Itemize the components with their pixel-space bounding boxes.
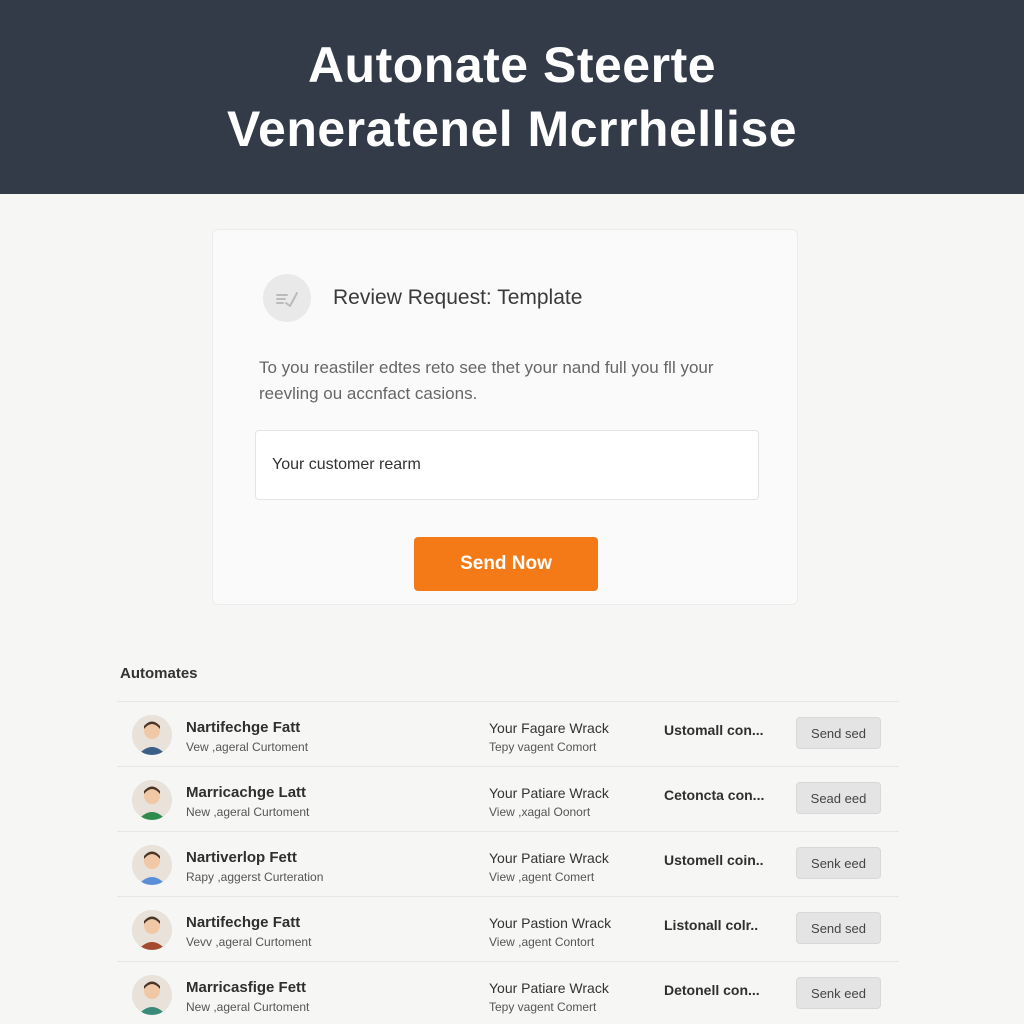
template-subtitle: View ,agent Contort bbox=[489, 935, 595, 949]
review-request-card: Review Request: Template To you reastile… bbox=[212, 229, 798, 605]
contact-subtitle: Vew ,ageral Curtoment bbox=[186, 740, 309, 754]
row-send-button[interactable]: Send sed bbox=[796, 912, 881, 944]
status-text: Ustomall con... bbox=[664, 722, 764, 738]
list-item: Marricachge Latt New ,ageral Curtoment Y… bbox=[117, 766, 899, 831]
automates-list: Nartifechge Fatt Vew ,ageral Curtoment Y… bbox=[117, 701, 899, 1024]
template-subtitle: Tepy vagent Comert bbox=[489, 1000, 597, 1014]
template-subtitle: View ,xagal Oonort bbox=[489, 805, 591, 819]
avatar bbox=[132, 845, 172, 885]
template-subtitle: Tepy vagent Comort bbox=[489, 740, 597, 754]
row-send-button[interactable]: Sead eed bbox=[796, 782, 881, 814]
template-name: Your Patiare Wrack bbox=[489, 785, 609, 801]
page-title-line-1: Autonate Steerte bbox=[307, 37, 717, 93]
edit-check-icon bbox=[263, 274, 311, 322]
template-name: Your Patiare Wrack bbox=[489, 980, 609, 996]
send-now-button[interactable]: Send Now bbox=[414, 537, 598, 591]
page-title-line-2: Veneratenel Mcrrhellise bbox=[226, 101, 798, 157]
template-name: Your Pastion Wrack bbox=[489, 915, 612, 931]
contact-name: Nartifechge Fatt bbox=[186, 914, 301, 931]
contact-subtitle: New ,ageral Curtoment bbox=[186, 805, 310, 819]
card-description: To you reastiler edtes reto see thet you… bbox=[259, 358, 714, 403]
status-text: Cetoncta con... bbox=[664, 787, 765, 803]
page-header: Autonate Steerte Veneratenel Mcrrhellise bbox=[0, 0, 1024, 194]
template-name: Your Fagare Wrack bbox=[489, 720, 609, 736]
list-item: Nartifechge Fatt Vevv ,ageral Curtoment … bbox=[117, 896, 899, 961]
contact-name: Marricasfige Fett bbox=[186, 979, 307, 996]
automates-heading: Automates bbox=[120, 665, 198, 682]
status-text: Detonell con... bbox=[664, 982, 760, 998]
card-title: Review Request: Template bbox=[333, 286, 583, 309]
list-item: Marricasfige Fett New ,ageral Curtoment … bbox=[117, 961, 899, 1024]
avatar bbox=[132, 910, 172, 950]
status-text: Listonall colr.. bbox=[664, 917, 759, 933]
list-item: Nartiverlop Fett Rapy ,aggerst Curterati… bbox=[117, 831, 899, 896]
contact-subtitle: Vevv ,ageral Curtoment bbox=[186, 935, 312, 949]
contact-name: Nartifechge Fatt bbox=[186, 719, 301, 736]
row-send-button[interactable]: Send sed bbox=[796, 717, 881, 749]
status-text: Ustomell coin.. bbox=[664, 852, 764, 868]
contact-subtitle: Rapy ,aggerst Curteration bbox=[186, 870, 324, 884]
avatar bbox=[132, 975, 172, 1015]
contact-name: Nartiverlop Fett bbox=[186, 849, 297, 866]
contact-subtitle: New ,ageral Curtoment bbox=[186, 1000, 310, 1014]
template-name: Your Patiare Wrack bbox=[489, 850, 609, 866]
avatar bbox=[132, 780, 172, 820]
template-subtitle: View ,agent Comert bbox=[489, 870, 595, 884]
customer-input[interactable] bbox=[255, 430, 759, 500]
row-send-button[interactable]: Senk eed bbox=[796, 847, 881, 879]
contact-name: Marricachge Latt bbox=[186, 784, 307, 801]
list-item: Nartifechge Fatt Vew ,ageral Curtoment Y… bbox=[117, 701, 899, 766]
row-send-button[interactable]: Senk eed bbox=[796, 977, 881, 1009]
avatar bbox=[132, 715, 172, 755]
